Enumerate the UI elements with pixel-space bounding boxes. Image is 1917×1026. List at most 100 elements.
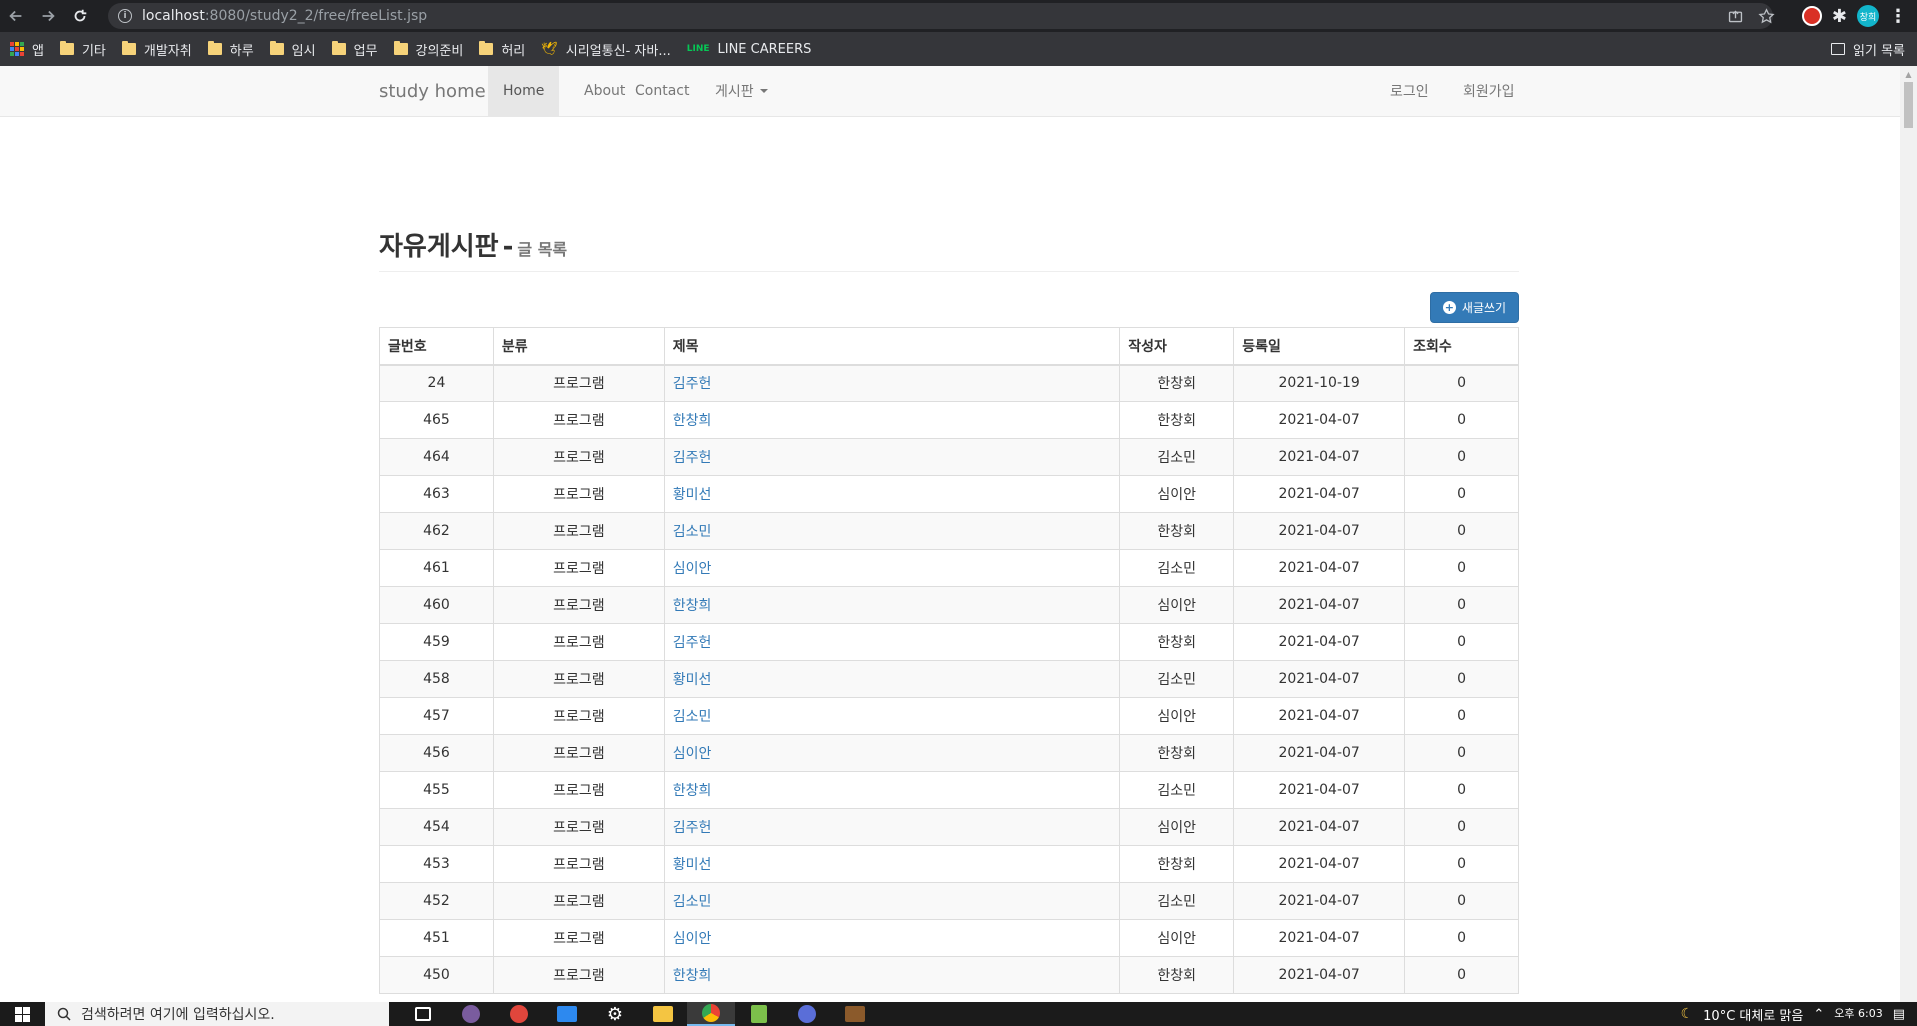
- post-title-link[interactable]: 심이안: [673, 746, 712, 762]
- bookmark-link[interactable]: LINE LINE CAREERS: [687, 42, 812, 57]
- cell-date: 2021-10-19: [1233, 364, 1406, 402]
- table-row: 459 프로그램 김주헌 한창회 2021-04-07 0: [379, 623, 1519, 661]
- nav-login[interactable]: 로그인: [1375, 66, 1444, 116]
- scrollbar-thumb[interactable]: [1904, 82, 1913, 128]
- post-title-link[interactable]: 황미선: [673, 672, 712, 688]
- tray-chevron-icon[interactable]: ⌃: [1813, 1007, 1824, 1022]
- back-arrow-icon: [9, 10, 22, 22]
- scroll-up-icon[interactable]: ▲: [1900, 66, 1917, 82]
- bookmark-folder[interactable]: 임시: [269, 40, 316, 59]
- menu-dots-icon[interactable]: ⋮: [1889, 6, 1907, 27]
- post-title-link[interactable]: 김주헌: [673, 376, 712, 392]
- post-title-link[interactable]: 심이안: [673, 561, 712, 577]
- cell-title: 황미선: [663, 475, 1121, 513]
- task-view-icon: [415, 1007, 431, 1021]
- post-title-link[interactable]: 김주헌: [673, 450, 712, 466]
- table-row: 451 프로그램 심이안 심이안 2021-04-07 0: [379, 919, 1519, 957]
- bookmark-folder[interactable]: 개발자취: [121, 40, 192, 59]
- bookmarks-bar: 앱 기타 개발자취 하루 임시 업무 강의준비 허리 🕊 시리얼통신- 자바...…: [0, 32, 1917, 66]
- notification-icon[interactable]: ▤: [1893, 1007, 1905, 1022]
- bookmark-folder[interactable]: 업무: [331, 40, 378, 59]
- cell-title: 한창희: [663, 771, 1121, 809]
- table-row: 450 프로그램 한창희 한창회 2021-04-07 0: [379, 956, 1519, 994]
- cell-title: 김소민: [663, 512, 1121, 550]
- post-title-link[interactable]: 황미선: [673, 857, 712, 873]
- weather-text[interactable]: 10°C 대체로 맑음: [1703, 1005, 1803, 1024]
- reload-button[interactable]: [64, 0, 96, 32]
- site-info-icon[interactable]: i: [118, 9, 132, 23]
- cell-post-number: 452: [379, 882, 494, 920]
- cell-category: 프로그램: [492, 401, 665, 439]
- taskbar-app[interactable]: [495, 1002, 543, 1026]
- cell-post-number: 459: [379, 623, 494, 661]
- bookmark-folder[interactable]: 강의준비: [393, 40, 463, 59]
- nav-contact[interactable]: Contact: [620, 66, 704, 116]
- share-icon[interactable]: [1727, 8, 1744, 25]
- taskbar-settings[interactable]: ⚙: [591, 1002, 639, 1026]
- bookmark-apps[interactable]: 앱: [10, 40, 44, 59]
- bookmark-label: 하루: [229, 43, 254, 59]
- bookmark-label: 기타: [81, 43, 106, 59]
- table-row: 465 프로그램 한창희 한창회 2021-04-07 0: [379, 401, 1519, 439]
- post-title-link[interactable]: 황미선: [673, 487, 712, 503]
- folder-icon: [59, 41, 74, 55]
- cell-post-number: 461: [379, 549, 494, 587]
- taskbar-app[interactable]: [447, 1002, 495, 1026]
- bookmark-folder[interactable]: 기타: [59, 40, 106, 59]
- cell-category: 프로그램: [492, 734, 665, 772]
- cell-title: 한창희: [663, 401, 1121, 439]
- cell-writer: 김소민: [1119, 438, 1235, 476]
- reading-list-button[interactable]: 읽기 목록: [1831, 32, 1905, 66]
- column-header: 작성자: [1119, 327, 1235, 366]
- extension-icon[interactable]: [1801, 6, 1822, 26]
- taskbar-app[interactable]: [831, 1002, 879, 1026]
- taskbar-search[interactable]: 검색하려면 여기에 입력하십시오.: [45, 1002, 389, 1026]
- windows-logo-icon: [15, 1006, 30, 1022]
- post-title-link[interactable]: 심이안: [673, 931, 712, 947]
- cell-writer: 김소민: [1119, 549, 1235, 587]
- taskbar-chrome[interactable]: [687, 1002, 735, 1026]
- forward-button[interactable]: [32, 0, 64, 32]
- taskbar-app[interactable]: [543, 1002, 591, 1026]
- column-header: 등록일: [1233, 327, 1406, 366]
- new-post-button[interactable]: + 새글쓰기: [1430, 292, 1519, 323]
- post-table: 글번호 분류 제목 작성자 등록일 조회수 24 프로그램 김주헌 한창회 2021-1…: [379, 327, 1519, 994]
- bookmark-star-icon[interactable]: [1758, 7, 1775, 25]
- taskbar-clock[interactable]: 오후 6:03: [1834, 1008, 1882, 1020]
- bookmark-folder[interactable]: 허리: [479, 40, 525, 59]
- bookmark-folder[interactable]: 하루: [207, 40, 254, 59]
- extensions-puzzle-icon[interactable]: ✱: [1832, 6, 1847, 27]
- cell-date: 2021-04-07: [1233, 401, 1406, 439]
- post-title-link[interactable]: 김주헌: [673, 820, 712, 836]
- address-bar[interactable]: i localhost:8080/study2_2/free/freeList.…: [108, 3, 1773, 29]
- post-title-link[interactable]: 한창희: [673, 413, 712, 429]
- cell-views: 0: [1404, 660, 1519, 698]
- taskbar-app[interactable]: [735, 1002, 783, 1026]
- bookmark-link[interactable]: 🕊 시리얼통신- 자바...: [541, 40, 670, 59]
- cell-category: 프로그램: [492, 697, 665, 735]
- line-icon: LINE: [686, 44, 710, 54]
- taskbar-app[interactable]: [783, 1002, 831, 1026]
- post-title-link[interactable]: 김소민: [673, 709, 712, 725]
- post-title-link[interactable]: 김주헌: [673, 635, 712, 651]
- taskbar-explorer[interactable]: [639, 1002, 687, 1026]
- navbar-brand[interactable]: study home: [379, 81, 486, 102]
- new-post-label: 새글쓰기: [1461, 301, 1507, 315]
- nav-board-dropdown[interactable]: 게시판: [700, 66, 783, 116]
- post-title-link[interactable]: 김소민: [673, 894, 712, 910]
- post-title-link[interactable]: 한창희: [673, 598, 712, 614]
- nav-signup[interactable]: 회원가입: [1448, 66, 1530, 116]
- task-view-button[interactable]: [399, 1002, 447, 1026]
- nav-home[interactable]: Home: [488, 66, 560, 116]
- url-host: localhost: [142, 8, 205, 24]
- profile-avatar[interactable]: 창희: [1857, 5, 1879, 27]
- post-title-link[interactable]: 한창희: [673, 968, 712, 984]
- folder-icon: [479, 41, 494, 55]
- page-scrollbar[interactable]: ▲: [1900, 66, 1917, 1002]
- cell-views: 0: [1404, 512, 1519, 550]
- post-title-link[interactable]: 김소민: [673, 524, 712, 540]
- post-title-link[interactable]: 한창희: [673, 783, 712, 799]
- start-button[interactable]: [0, 1002, 45, 1026]
- folder-icon: [269, 41, 284, 55]
- back-button[interactable]: [0, 0, 32, 32]
